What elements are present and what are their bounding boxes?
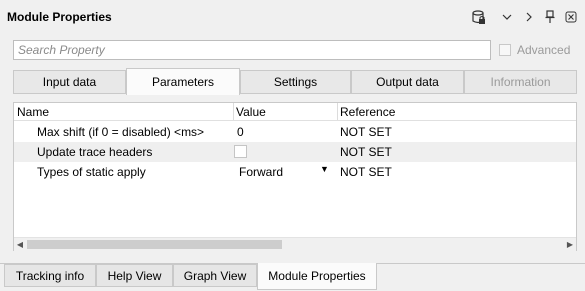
tab-input-data[interactable]: Input data [13,70,126,94]
tab-tracking-info[interactable]: Tracking info [4,264,96,287]
column-divider[interactable] [233,103,234,120]
static-apply-dropdown[interactable]: Forward [239,165,283,179]
column-header-value[interactable]: Value [236,105,266,119]
advanced-checkbox-box[interactable] [499,44,511,56]
update-trace-headers-checkbox[interactable] [234,145,247,158]
column-header-reference[interactable]: Reference [340,105,395,119]
tab-module-properties[interactable]: Module Properties [257,263,377,290]
scrollbar-thumb[interactable] [27,240,282,249]
tab-information[interactable]: Information [464,70,577,94]
tab-label: Information [490,75,551,89]
tab-label: Parameters [151,75,215,89]
tab-graph-view[interactable]: Graph View [173,264,257,287]
property-table: Name Value Reference Max shift (if 0 = d… [13,102,577,251]
chevron-down-icon[interactable] [499,8,515,26]
property-reference: NOT SET [340,125,392,139]
tab-label: Help View [107,268,162,283]
column-header-name[interactable]: Name [17,105,49,119]
module-properties-panel: Module Properties Search Property Advanc… [0,0,585,291]
property-name: Max shift (if 0 = disabled) <ms> [37,125,205,139]
tab-label: Tracking info [15,268,85,283]
advanced-label: Advanced [517,43,571,57]
tab-settings[interactable]: Settings [240,70,351,94]
chevron-right-icon[interactable] [521,8,537,26]
table-row[interactable]: Types of static apply Forward ▼ NOT SET [14,162,576,182]
horizontal-scrollbar[interactable]: ◀ ▶ [14,237,576,251]
dropdown-arrow-icon[interactable]: ▼ [320,164,329,174]
pin-icon[interactable] [542,8,558,26]
table-row[interactable]: Update trace headers NOT SET [14,142,576,162]
scroll-right-icon[interactable]: ▶ [564,239,576,250]
table-header: Name Value Reference [14,103,576,121]
scroll-left-icon[interactable]: ◀ [14,239,26,250]
table-row[interactable]: Max shift (if 0 = disabled) <ms> 0 NOT S… [14,122,576,142]
tab-parameters[interactable]: Parameters [126,68,240,95]
column-divider[interactable] [337,103,338,120]
panel-title: Module Properties [7,10,112,24]
search-property-input[interactable] [13,40,491,60]
tab-label: Settings [273,75,318,89]
property-value-input[interactable]: 0 [237,125,244,139]
tab-help-view[interactable]: Help View [96,264,173,287]
property-reference: NOT SET [340,145,392,159]
advanced-checkbox[interactable]: Advanced [499,43,570,57]
close-icon[interactable] [563,8,579,26]
tab-label: Output data [376,75,439,89]
tab-label: Module Properties [268,269,366,283]
property-name: Types of static apply [37,165,146,179]
database-lock-icon[interactable] [471,8,487,26]
property-name: Update trace headers [37,145,153,159]
tab-output-data[interactable]: Output data [351,70,464,94]
tab-label: Graph View [183,268,247,283]
tab-label: Input data [42,75,97,89]
panel-header: Module Properties [0,0,585,34]
property-reference: NOT SET [340,165,392,179]
